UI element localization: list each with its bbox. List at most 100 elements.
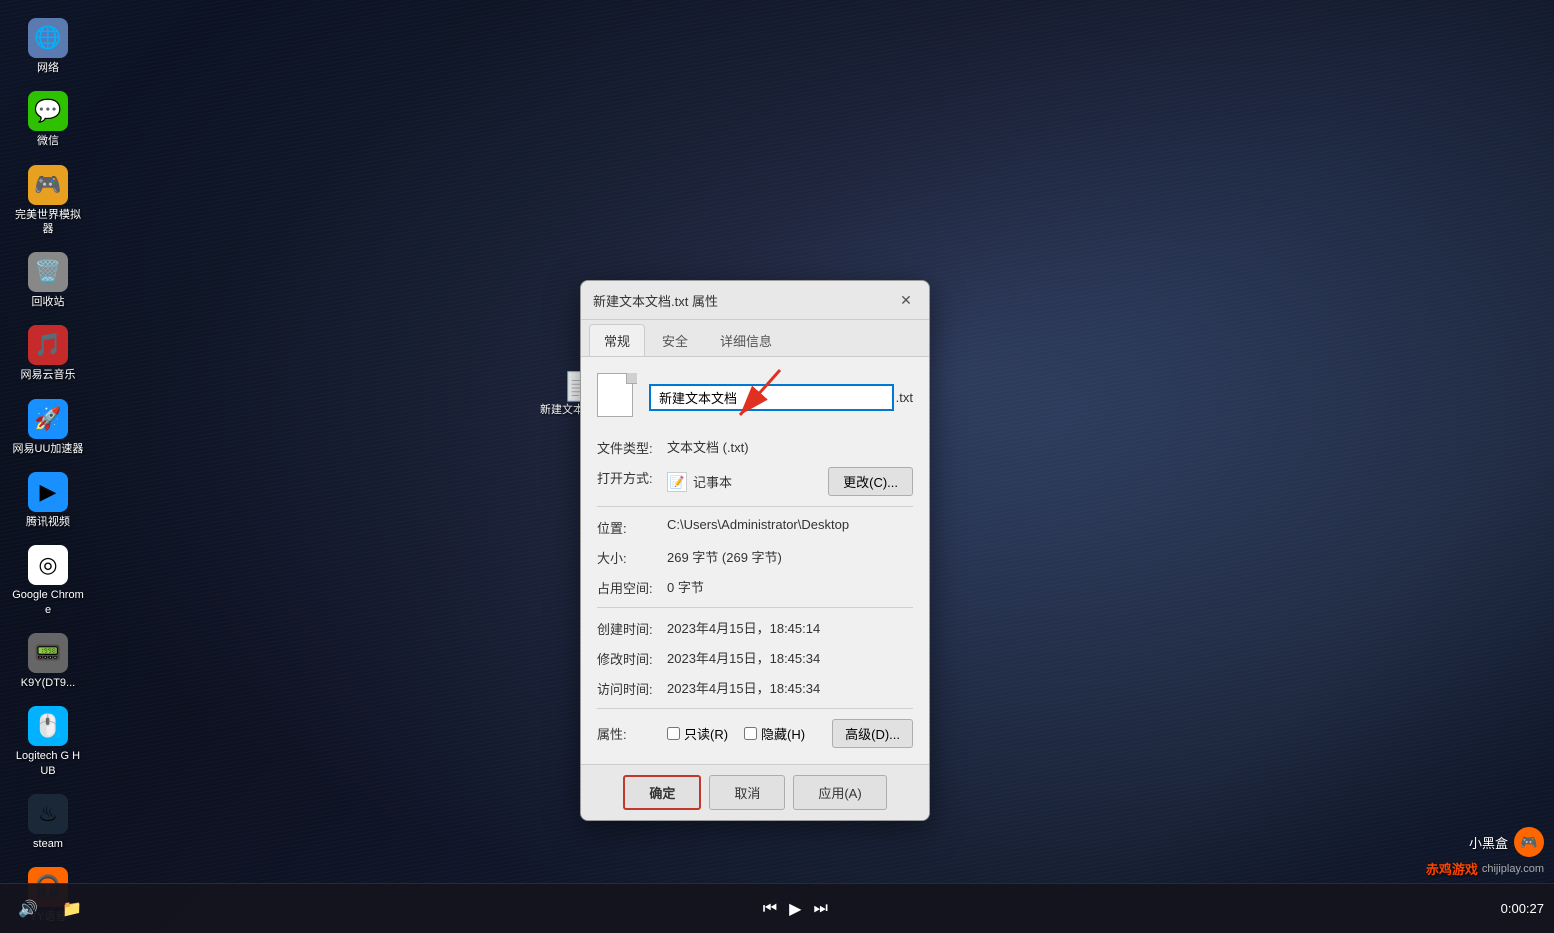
size-value: 269 字节 (269 字节)	[667, 547, 913, 566]
dialog-tabs: 常规 安全 详细信息	[581, 320, 929, 357]
file-header: .txt	[597, 373, 913, 421]
watermark-site: chijiplay.com	[1482, 863, 1544, 875]
163-label: 回收站	[32, 295, 65, 309]
tencent-video-icon: ▶	[28, 472, 68, 512]
filename-input[interactable]	[649, 384, 894, 411]
readonly-checkbox[interactable]	[667, 727, 680, 740]
desktop-icon-chrome[interactable]: ◎ Google Chrome	[8, 541, 88, 621]
modified-value: 2023年4月15日，18:45:34	[667, 648, 913, 667]
desktop-icon-tencent-video[interactable]: ▶ 腾讯视频	[8, 468, 88, 533]
location-value: C:\Users\Administrator\Desktop	[667, 517, 913, 532]
watermark-logo: 🎮	[1514, 827, 1544, 857]
file-icon	[597, 373, 637, 421]
163-icon: 🗑️	[28, 252, 68, 292]
steam-icon: ♨	[28, 794, 68, 834]
chrome-label: Google Chrome	[12, 588, 84, 617]
sizeondisk-label: 占用空间:	[597, 577, 667, 597]
taskbar-file-manager[interactable]: 📁	[52, 889, 92, 929]
media-controls: ⏮ ▶ ⏭	[763, 899, 828, 919]
dialog-titlebar: 新建文本文档.txt 属性 ✕	[581, 281, 929, 320]
attr-checkboxes: 只读(R) 隐藏(H)	[667, 724, 832, 743]
desktop-icon-wechat[interactable]: 💬微信	[8, 87, 88, 152]
mumu-icon: 🎮	[28, 165, 68, 205]
created-value: 2023年4月15日，18:45:14	[667, 618, 913, 637]
attr-label: 属性:	[597, 724, 667, 743]
divider-3	[597, 708, 913, 709]
desktop-icon-163[interactable]: 🗑️ 回收站	[8, 248, 88, 313]
created-row: 创建时间: 2023年4月15日，18:45:14	[597, 618, 913, 638]
openwith-label: 打开方式:	[597, 467, 667, 487]
network-icon: 🌐	[28, 18, 68, 58]
sizeondisk-value: 0 字节	[667, 577, 913, 596]
created-label: 创建时间:	[597, 618, 667, 638]
hidden-checkbox[interactable]	[744, 727, 757, 740]
dialog-content: .txt 文件类型: 文本文档 (.txt) 打开方式: 📝 记事本 更改(C)…	[581, 357, 929, 764]
desktop-icon-uu[interactable]: 🚀 网易UU加速器	[8, 395, 88, 460]
attributes-row: 属性: 只读(R) 隐藏(H) 高级(D)...	[597, 719, 913, 748]
desktop-icon-mumu[interactable]: 🎮完美世界模拟器	[8, 161, 88, 241]
accessed-value: 2023年4月15日，18:45:34	[667, 678, 913, 697]
readonly-checkbox-label[interactable]: 只读(R)	[667, 724, 728, 743]
watermark-xiaoheihe: 小黑盒	[1469, 833, 1508, 852]
accessed-label: 访问时间:	[597, 678, 667, 698]
accessed-row: 访问时间: 2023年4月15日，18:45:34	[597, 678, 913, 698]
change-app-button[interactable]: 更改(C)...	[828, 467, 913, 496]
apply-button[interactable]: 应用(A)	[793, 775, 886, 810]
steam-label: steam	[33, 837, 63, 851]
netease-music-icon: 🎵	[28, 325, 68, 365]
taskbar-right: 0:00:27	[1491, 901, 1554, 916]
taskbar-left: 🔊 📁	[0, 889, 100, 929]
wechat-label: 微信	[37, 134, 59, 148]
volume-icon: 🔊	[18, 899, 38, 919]
ok-button[interactable]: 确定	[623, 775, 701, 810]
openwith-app: 记事本	[693, 472, 828, 491]
uu-icon: 🚀	[28, 399, 68, 439]
media-back-button[interactable]: ⏮	[763, 900, 777, 918]
dialog-title: 新建文本文档.txt 属性	[593, 291, 718, 310]
desktop-icons: 🌐 网络 💬微信 🎮完美世界模拟器 🗑️ 回收站 🎵 网易云音乐 🚀 网易UU加速器 ▶ 腾讯视频 ◎ G…	[0, 0, 130, 933]
taskbar: 🔊 📁 ⏮ ▶ ⏭ 0:00:27	[0, 883, 1554, 933]
desktop-icon-k9y[interactable]: 📟 K9Y(DT9...	[8, 629, 88, 694]
tab-details[interactable]: 详细信息	[705, 324, 787, 356]
filetype-label: 文件类型:	[597, 437, 667, 457]
k9y-icon: 📟	[28, 633, 68, 673]
openwith-row: 打开方式: 📝 记事本 更改(C)...	[597, 467, 913, 496]
divider-2	[597, 607, 913, 608]
divider-1	[597, 506, 913, 507]
media-forward-button[interactable]: ⏭	[813, 900, 827, 918]
media-play-button[interactable]: ▶	[789, 899, 801, 919]
taskbar-volume[interactable]: 🔊	[8, 889, 48, 929]
watermark: 小黑盒 🎮 赤鸡游戏 chijiplay.com	[1426, 827, 1544, 878]
netease-music-label: 网易云音乐	[21, 368, 76, 382]
tab-security[interactable]: 安全	[647, 324, 703, 356]
location-row: 位置: C:\Users\Administrator\Desktop	[597, 517, 913, 537]
tab-general[interactable]: 常规	[589, 324, 645, 356]
logitech-label: Logitech G HUB	[12, 749, 84, 778]
advanced-button[interactable]: 高级(D)...	[832, 719, 913, 748]
folder-icon: 📁	[62, 899, 82, 919]
notepad-icon: 📝	[667, 472, 687, 492]
hidden-checkbox-label[interactable]: 隐藏(H)	[744, 724, 805, 743]
desktop-icon-network[interactable]: 🌐 网络	[8, 14, 88, 79]
sizeondisk-row: 占用空间: 0 字节	[597, 577, 913, 597]
size-row: 大小: 269 字节 (269 字节)	[597, 547, 913, 567]
readonly-label: 只读(R)	[684, 724, 728, 743]
cancel-button[interactable]: 取消	[709, 775, 785, 810]
desktop-icon-steam[interactable]: ♨ steam	[8, 790, 88, 855]
file-ext: .txt	[894, 390, 913, 405]
dialog-footer: 确定 取消 应用(A)	[581, 764, 929, 820]
filetype-row: 文件类型: 文本文档 (.txt)	[597, 437, 913, 457]
size-label: 大小:	[597, 547, 667, 567]
network-label: 网络	[37, 61, 59, 75]
dialog-close-button[interactable]: ✕	[895, 289, 917, 311]
desktop-icon-netease-music[interactable]: 🎵 网易云音乐	[8, 321, 88, 386]
watermark-brand: 赤鸡游戏	[1426, 859, 1478, 878]
tencent-video-label: 腾讯视频	[26, 515, 70, 529]
desktop: 🌐 网络 💬微信 🎮完美世界模拟器 🗑️ 回收站 🎵 网易云音乐 🚀 网易UU加速器 ▶ 腾讯视频 ◎ G…	[0, 0, 1554, 933]
desktop-icon-logitech[interactable]: 🖱️Logitech G HUB	[8, 702, 88, 782]
chrome-icon: ◎	[28, 545, 68, 585]
uu-label: 网易UU加速器	[13, 442, 84, 456]
taskbar-time: 0:00:27	[1501, 901, 1544, 916]
hidden-label: 隐藏(H)	[761, 724, 805, 743]
k9y-label: K9Y(DT9...	[21, 676, 75, 690]
